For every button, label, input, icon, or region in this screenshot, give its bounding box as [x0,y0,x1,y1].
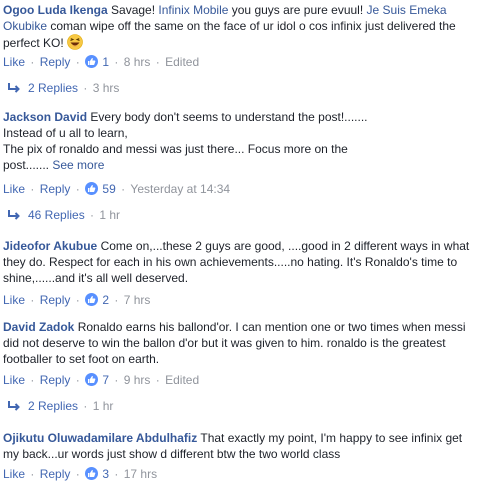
like-link[interactable]: Like [3,293,25,307]
comment-actions: Like · Reply · 3 · 17 hrs [3,467,158,481]
comment-time[interactable]: 17 hrs [124,467,157,481]
like-icon [85,467,99,480]
comment: David Zadok Ronaldo earns his ballond'or… [3,319,478,367]
replies-count[interactable]: 46 Replies [28,208,85,222]
reply-link[interactable]: Reply [40,467,71,481]
comment: Jideofor Akubue Come on,...these 2 guys … [3,238,478,286]
comment-time[interactable]: 8 hrs [124,55,151,69]
reply-link[interactable]: Reply [40,293,71,307]
edited-label[interactable]: Edited [165,55,199,69]
comment-text: Instead of u all to learn, [3,126,128,140]
laughing-face-emoji-icon [67,34,83,50]
like-link[interactable]: Like [3,55,25,69]
like-icon [85,373,99,386]
like-icon [85,182,99,195]
replies-time: 1 hr [92,399,114,413]
comment-author[interactable]: David Zadok [3,320,74,334]
view-replies[interactable]: 2 Replies · 3 hrs [8,80,119,96]
reply-arrow-icon [8,81,20,93]
comment-author[interactable]: Jideofor Akubue [3,239,97,253]
view-replies[interactable]: 2 Replies · 1 hr [8,398,113,414]
comment-actions: Like · Reply · 1 · 8 hrs · Edited [3,55,200,69]
comment-time[interactable]: Yesterday at 14:34 [130,182,230,196]
comment-author[interactable]: Ogoo Luda Ikenga [3,3,108,17]
comment-line: Jackson David Every body don't seems to … [3,109,478,125]
like-icon [85,293,99,306]
comment-actions: Like · Reply · 7 · 9 hrs · Edited [3,373,200,387]
tagged-page[interactable]: Infinix Mobile [158,3,228,17]
reply-arrow-icon [8,208,20,220]
like-link[interactable]: Like [3,373,25,387]
replies-count[interactable]: 2 Replies [28,399,78,413]
comment-text: The pix of ronaldo and messi was just th… [3,142,348,156]
reply-arrow-icon [8,399,20,411]
comment-author[interactable]: Ojikutu Oluwadamilare Abdulhafiz [3,431,197,445]
comment-time[interactable]: 9 hrs [124,373,151,387]
see-more-link[interactable]: See more [52,158,104,172]
comment: Jackson David Every body don't seems to … [3,109,478,173]
like-count[interactable]: 59 [102,182,115,196]
like-link[interactable]: Like [3,467,25,481]
comment: Ogoo Luda Ikenga Savage! Infinix Mobile … [3,2,478,51]
comment-text: you guys are pure evuul! [228,3,367,17]
replies-time: 3 hrs [92,81,120,95]
like-link[interactable]: Like [3,182,25,196]
reply-link[interactable]: Reply [40,182,71,196]
comment-text: Every body don't seems to understand the… [90,110,368,124]
comment-actions: Like · Reply · 2 · 7 hrs [3,293,151,307]
like-icon [85,55,99,68]
comment-actions: Like · Reply · 59 · Yesterday at 14:34 [3,182,231,196]
comment: Ojikutu Oluwadamilare Abdulhafiz That ex… [3,430,478,462]
view-replies[interactable]: 46 Replies · 1 hr [8,207,120,223]
comment-time[interactable]: 7 hrs [124,293,151,307]
comment-line: post....... See more [3,157,478,173]
comment-text: post....... [3,158,50,172]
replies-time: 1 hr [99,208,121,222]
replies-count[interactable]: 2 Replies [28,81,78,95]
reply-link[interactable]: Reply [40,55,71,69]
comment-author[interactable]: Jackson David [3,110,87,124]
reply-link[interactable]: Reply [40,373,71,387]
edited-label[interactable]: Edited [165,373,199,387]
comment-text: Savage! [111,3,159,17]
